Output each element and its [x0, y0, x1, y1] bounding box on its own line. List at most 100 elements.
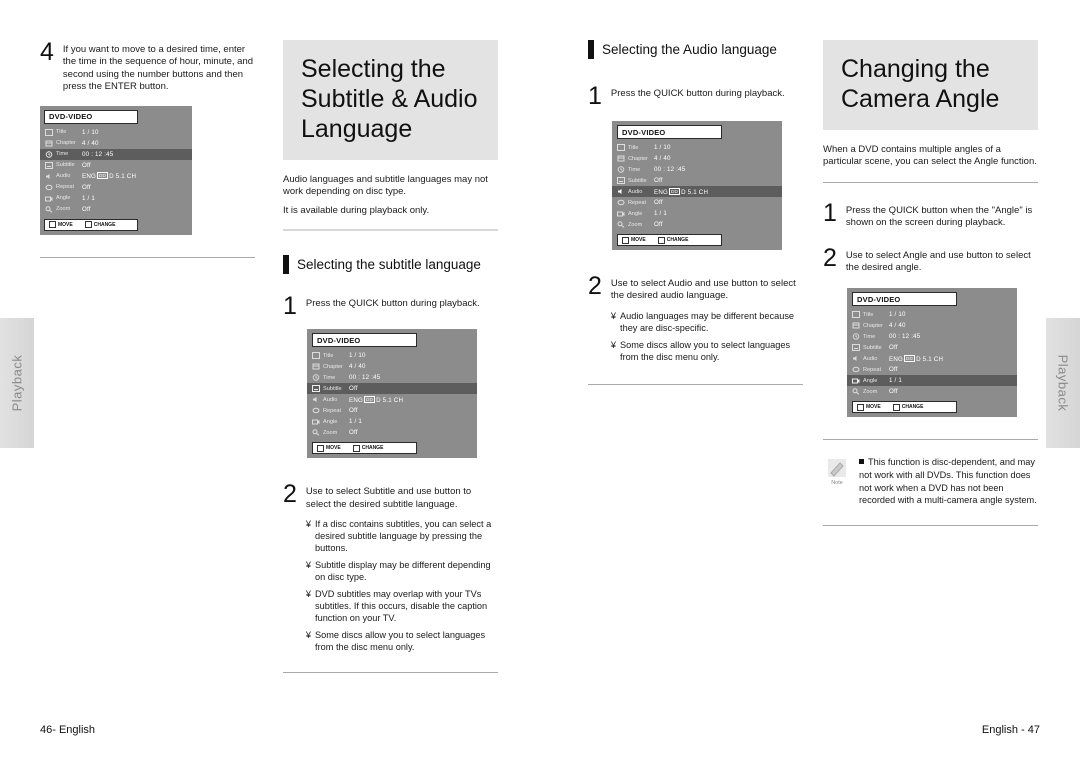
side-tab-left-label: Playback	[9, 354, 25, 412]
osd-change-hint: CHANGE	[84, 221, 115, 229]
chapter-icon	[616, 155, 625, 162]
speaker-icon	[44, 173, 53, 180]
osd-value-time: 00 : 12 :45	[349, 374, 381, 382]
step-2-notes: ¥ If a disc contains subtitles, you can …	[306, 518, 498, 653]
osd-value-subtitle: Off	[82, 161, 91, 169]
osd-row-angle: Angle 1 / 1	[612, 208, 782, 219]
note-item: ¥ Audio languages may be different becau…	[611, 310, 803, 334]
osd-value-audio: ENG DD D 5.1 CH	[654, 187, 782, 196]
osd-row-title: Title 1 / 10	[307, 350, 477, 361]
osd-menu-time: DVD-VIDEO Title 1 / 10 Chapter 4 / 40 Ti…	[40, 105, 192, 235]
osd-row-angle: Angle 1 / 1	[307, 416, 477, 427]
osd-menu-audio: DVD-VIDEO Title 1 / 10 Chapter 4 / 40 Ti…	[612, 121, 782, 250]
osd-row-time: Time 00 : 12 :45	[40, 148, 192, 160]
enter-key-icon	[84, 221, 92, 229]
osd-title-3: DVD-VIDEO	[617, 125, 723, 139]
magnifier-icon	[851, 388, 860, 396]
osd-value-angle: 1 / 1	[82, 194, 96, 202]
dpad-key-icon	[857, 403, 864, 411]
step-2-angle: 2 Use to select Angle and use button to …	[823, 243, 1038, 275]
disc-icon	[311, 352, 320, 360]
side-tab-playback-right: Playback	[1046, 318, 1080, 448]
audio-pre: ENG	[82, 173, 97, 181]
osd-value-audio: ENG DD D 5.1 CH	[82, 172, 192, 180]
footer-page-right: English - 47	[981, 724, 1040, 736]
osd-row-subtitle: Subtitle Off	[40, 160, 192, 171]
osd-bottom-bar-3: MOVE CHANGE	[617, 234, 723, 246]
osd-label-zoom: Zoom	[863, 388, 878, 395]
audio-post: D 5.1 CH	[916, 355, 944, 363]
osd-label-chapter: Chapter	[323, 363, 343, 370]
osd-value-repeat: Off	[349, 407, 358, 415]
audio-pre: ENG	[654, 188, 669, 196]
osd-label-repeat: Repeat	[863, 366, 882, 373]
osd-row-angle: Angle 1 / 1	[847, 375, 1017, 387]
osd-value-subtitle: Off	[889, 344, 898, 352]
osd-label-chapter: Chapter	[628, 155, 648, 162]
osd-change-label: CHANGE	[901, 404, 924, 411]
osd-title-4: DVD-VIDEO	[852, 292, 958, 307]
camera-angle-icon	[616, 210, 625, 217]
step-2-subtitle: 2 Use to select Subtitle and use button …	[283, 482, 498, 658]
magnifier-icon	[616, 221, 625, 228]
speaker-icon	[851, 355, 860, 362]
osd-label-time: Time	[323, 374, 336, 381]
osd-row-subtitle: Subtitle Off	[847, 342, 1017, 353]
osd-row-subtitle: Subtitle Off	[307, 383, 477, 395]
osd-move-hint: MOVE	[857, 403, 881, 411]
osd-change-hint: CHANGE	[892, 403, 924, 411]
osd-label-zoom: Zoom	[323, 429, 338, 436]
osd-row-time: Time 00 : 12 :45	[612, 164, 782, 175]
note-text: Subtitle display may be different depend…	[315, 560, 491, 583]
osd-label-subtitle: Subtitle	[863, 344, 882, 351]
osd-value-title: 1 / 10	[349, 352, 366, 360]
clock-icon	[616, 166, 625, 173]
dpad-key-icon	[317, 444, 324, 452]
osd-move-label: MOVE	[326, 445, 341, 452]
osd-label-title: Title	[56, 129, 67, 136]
dpad-key-icon	[622, 236, 629, 244]
osd-value-time: 00 : 12 :45	[654, 166, 686, 173]
intro-camera-angle: When a DVD contains multiple angles of a…	[823, 144, 1037, 168]
step-2-body: Use to select Subtitle and use button to…	[306, 482, 498, 658]
osd-row-zoom: Zoom Off	[40, 204, 192, 215]
osd-bottom-bar-1: MOVE CHANGE	[44, 218, 139, 231]
step-4: 4 If you want to move to a desired time,…	[40, 40, 255, 94]
osd-title-1: DVD-VIDEO	[44, 109, 139, 124]
dolby-digital-icon: DD	[97, 172, 109, 180]
osd-row-title: Title 1 / 10	[847, 309, 1017, 320]
osd-value-angle: 1 / 1	[349, 418, 363, 426]
dolby-digital-icon: DD	[904, 354, 916, 362]
note-marker: ¥	[610, 310, 617, 321]
osd-value-angle: 1 / 1	[889, 377, 903, 385]
osd-label-repeat: Repeat	[628, 199, 647, 206]
subtitle-icon	[44, 161, 53, 169]
osd-label-subtitle: Subtitle	[323, 385, 342, 392]
step-2-notes: ¥ Audio languages may be different becau…	[611, 310, 803, 363]
audio-post: D 5.1 CH	[109, 173, 137, 181]
repeat-icon	[44, 184, 53, 191]
step-1-number: 1	[283, 292, 297, 321]
audio-pre: ENG	[889, 355, 904, 363]
camera-angle-icon	[851, 377, 860, 384]
clock-icon	[851, 333, 860, 341]
osd-change-hint: CHANGE	[657, 236, 688, 244]
osd-label-audio: Audio	[323, 396, 338, 403]
chapter-icon	[851, 322, 860, 329]
step-2-body: Use to select Audio and use button to se…	[611, 274, 803, 368]
note-marker: ¥	[610, 339, 617, 350]
osd-row-zoom: Zoom Off	[307, 427, 477, 438]
note-box-text-wrap: This function is disc-dependent, and may…	[859, 456, 1038, 506]
column-three: Selecting the Audio language 1 Press the…	[588, 40, 803, 385]
osd-row-audio: Audio ENG DD D 5.1 CH	[612, 186, 782, 197]
osd-bottom-bar-2: MOVE CHANGE	[312, 442, 418, 455]
osd-label-chapter: Chapter	[863, 322, 883, 329]
pencil-note-icon	[828, 459, 846, 478]
camera-angle-icon	[44, 195, 53, 202]
osd-label-zoom: Zoom	[628, 221, 643, 228]
osd-rows-4: Title 1 / 10 Chapter 4 / 40 Time 00 : 12…	[847, 306, 1017, 399]
section-label: Selecting the Audio language	[602, 42, 777, 57]
section-selecting-subtitle-language: Selecting the subtitle language	[283, 255, 498, 275]
step-2-number: 2	[823, 243, 837, 272]
column-two: Selecting the Subtitle & Audio Language …	[283, 40, 498, 674]
